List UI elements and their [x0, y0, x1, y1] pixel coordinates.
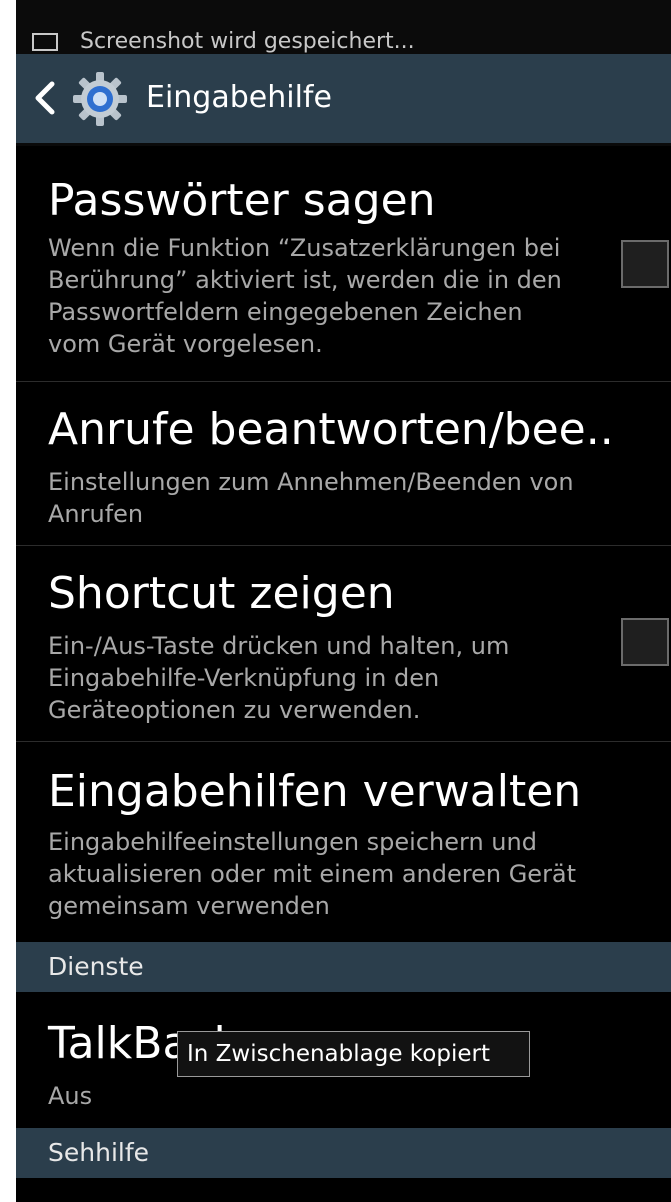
setting-summary: Eingabehilfeeinstellungen speichern und … — [48, 828, 577, 920]
section-header-vision: Sehhilfe — [16, 1128, 671, 1178]
setting-title: Eingabehilfen verwalten — [48, 766, 582, 817]
action-bar: Eingabehilfe — [16, 54, 671, 143]
setting-title: Shortcut zeigen — [48, 568, 395, 619]
setting-summary: Wenn die Funktion “Zusatzerklärungen bei… — [48, 234, 562, 358]
status-bar — [16, 0, 671, 30]
notification-ticker: Screenshot wird gespeichert... — [16, 30, 671, 54]
notification-text: Screenshot wird gespeichert... — [80, 30, 415, 54]
section-title: Dienste — [48, 952, 144, 981]
setting-summary: Aus — [48, 1082, 93, 1110]
setting-speak-passwords[interactable]: Passwörter sagen Wenn die Funktion “Zusa… — [16, 146, 671, 381]
phone-screen: Screenshot wird gespeichert... Eingabehi… — [16, 0, 671, 1202]
setting-show-shortcut[interactable]: Shortcut zeigen Ein-/Aus-Taste drücken u… — [16, 546, 671, 741]
chevron-left-icon — [35, 81, 55, 115]
toast-message: In Zwischenablage kopiert — [177, 1031, 530, 1077]
setting-summary: Einstellungen zum Annehmen/Beenden von A… — [48, 468, 574, 528]
setting-summary: Ein-/Aus-Taste drücken und halten, um Ei… — [48, 632, 510, 724]
setting-manage-accessibility[interactable]: Eingabehilfen verwalten Eingabehilfeeins… — [16, 742, 671, 940]
back-button[interactable] — [28, 74, 64, 122]
section-title: Sehhilfe — [48, 1138, 150, 1167]
image-icon — [32, 33, 58, 51]
setting-title: Anrufe beantworten/bee.. — [48, 404, 614, 455]
show-shortcut-checkbox[interactable] — [621, 618, 669, 666]
page-title: Eingabehilfe — [146, 80, 332, 115]
speak-passwords-checkbox[interactable] — [621, 240, 669, 288]
setting-answer-end-calls[interactable]: Anrufe beantworten/bee.. Einstellungen z… — [16, 382, 671, 545]
setting-title: Passwörter sagen — [48, 175, 436, 226]
section-header-services: Dienste — [16, 942, 671, 992]
gear-icon — [73, 72, 127, 126]
